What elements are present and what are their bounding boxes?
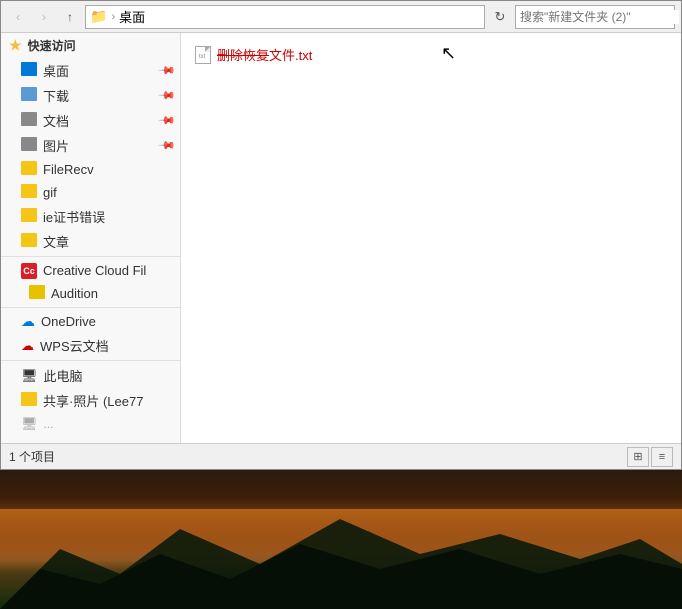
shared-icon — [21, 392, 37, 409]
pin-icon3: 📌 — [158, 111, 177, 130]
address-bar[interactable]: 📁 › 桌面 › — [85, 5, 485, 29]
back-button[interactable]: ‹ — [7, 6, 29, 28]
sidebar-quick-access[interactable]: ★ 快速访问 — [1, 33, 180, 58]
view-buttons: ⊞ ≡ — [627, 447, 673, 467]
sidebar-item-ie-cert[interactable]: ie证书错误 — [1, 204, 180, 229]
forward-button[interactable]: › — [33, 6, 55, 28]
file-name-label: 删除恢复文件.txt — [217, 45, 312, 64]
sidebar-item-downloads[interactable]: 下载 📌 — [1, 83, 180, 108]
cc-icon: Cc — [21, 262, 37, 279]
network-icon: 🖥 — [21, 416, 38, 432]
sidebar-item-pictures[interactable]: 图片 📌 — [1, 133, 180, 158]
txt-file-icon: txt — [195, 46, 211, 64]
wps-icon: ☁ — [21, 338, 34, 354]
divider1 — [1, 256, 180, 257]
filerecv-label: FileRecv — [43, 162, 94, 177]
pin-icon: 📌 — [158, 61, 177, 80]
status-bar: 1 个项目 ⊞ ≡ — [1, 443, 681, 469]
sidebar-item-gif[interactable]: gif — [1, 181, 180, 204]
sidebar: ★ 快速访问 桌面 📌 下载 📌 — [1, 33, 181, 443]
wps-label: WPS云文档 — [40, 336, 109, 355]
ie-cert-label: ie证书错误 — [43, 207, 105, 226]
sidebar-item-creative-cloud[interactable]: Cc Creative Cloud Fil — [1, 259, 180, 282]
sidebar-item-onedrive[interactable]: ☁ OneDrive — [1, 310, 180, 333]
sidebar-item-shared[interactable]: 共享·照片 (Lee77 — [1, 388, 180, 413]
pin-icon2: 📌 — [158, 86, 177, 105]
sidebar-item-desktop[interactable]: 桌面 📌 — [1, 58, 180, 83]
gif-label: gif — [43, 185, 57, 200]
address-folder-icon: 📁 — [90, 8, 107, 25]
filerecv-icon — [21, 161, 37, 178]
mouse-cursor: ↖ — [441, 43, 457, 63]
sidebar-item-wps[interactable]: ☁ WPS云文档 — [1, 333, 180, 358]
downloads-label: 下载 — [43, 86, 69, 105]
article-icon — [21, 233, 37, 250]
gif-icon — [21, 184, 37, 201]
divider3 — [1, 360, 180, 361]
up-button[interactable]: ↑ — [59, 6, 81, 28]
network-label: ... — [44, 417, 54, 431]
pin-icon4: 📌 — [158, 136, 177, 155]
wallpaper — [0, 470, 682, 609]
view-list-button[interactable]: ≡ — [651, 447, 673, 467]
downloads-folder-icon — [21, 87, 37, 104]
search-input[interactable] — [516, 10, 679, 24]
address-separator: › — [111, 11, 115, 23]
deleted-text: 删除恢复 — [217, 48, 269, 63]
sidebar-item-article[interactable]: 文章 — [1, 229, 180, 254]
pictures-folder-icon — [21, 137, 37, 154]
mountain-svg — [0, 509, 682, 609]
audition-label: Audition — [51, 286, 98, 301]
file-name-rest: 文件.txt — [269, 48, 312, 63]
onedrive-label: OneDrive — [41, 314, 96, 329]
sidebar-item-filerecv[interactable]: FileRecv — [1, 158, 180, 181]
shared-label: 共享·照片 (Lee77 — [43, 391, 143, 410]
documents-folder-icon — [21, 112, 37, 129]
sidebar-item-network[interactable]: 🖥 ... — [1, 413, 180, 435]
creative-cloud-label: Creative Cloud Fil — [43, 263, 146, 278]
onedrive-icon: ☁ — [21, 313, 35, 330]
view-tiles-button[interactable]: ⊞ — [627, 447, 649, 467]
sidebar-item-audition[interactable]: Audition — [1, 282, 180, 305]
item-count: 1 个项目 — [9, 448, 55, 465]
audition-icon — [29, 285, 45, 302]
sidebar-item-documents[interactable]: 文档 📌 — [1, 108, 180, 133]
divider2 — [1, 307, 180, 308]
star-icon: ★ — [9, 37, 22, 54]
file-content-area[interactable]: ↖ txt 删除恢复文件.txt — [181, 33, 681, 443]
sidebar-item-this-pc[interactable]: 🖥 此电脑 — [1, 363, 180, 388]
address-path: 桌面 — [119, 7, 145, 26]
desktop-folder-icon — [21, 62, 37, 79]
desktop-label: 桌面 — [43, 61, 69, 80]
documents-label: 文档 — [43, 111, 69, 130]
ie-cert-icon — [21, 208, 37, 225]
toolbar: ‹ › ↑ 📁 › 桌面 › document.querySelector('[… — [1, 1, 681, 33]
quick-access-label: 快速访问 — [28, 37, 76, 54]
this-pc-icon: 🖥 — [21, 368, 38, 384]
pictures-label: 图片 — [43, 136, 69, 155]
search-box: 🔍 — [515, 5, 675, 29]
file-explorer-window: ‹ › ↑ 📁 › 桌面 › document.querySelector('[… — [0, 0, 682, 470]
main-area: ★ 快速访问 桌面 📌 下载 📌 — [1, 33, 681, 443]
refresh-button[interactable]: ↻ — [489, 6, 511, 28]
this-pc-label: 此电脑 — [44, 366, 83, 385]
article-label: 文章 — [43, 232, 69, 251]
file-item-txt[interactable]: txt 删除恢复文件.txt — [189, 41, 318, 68]
sidebar-scroll[interactable]: ★ 快速访问 桌面 📌 下载 📌 — [1, 33, 180, 443]
